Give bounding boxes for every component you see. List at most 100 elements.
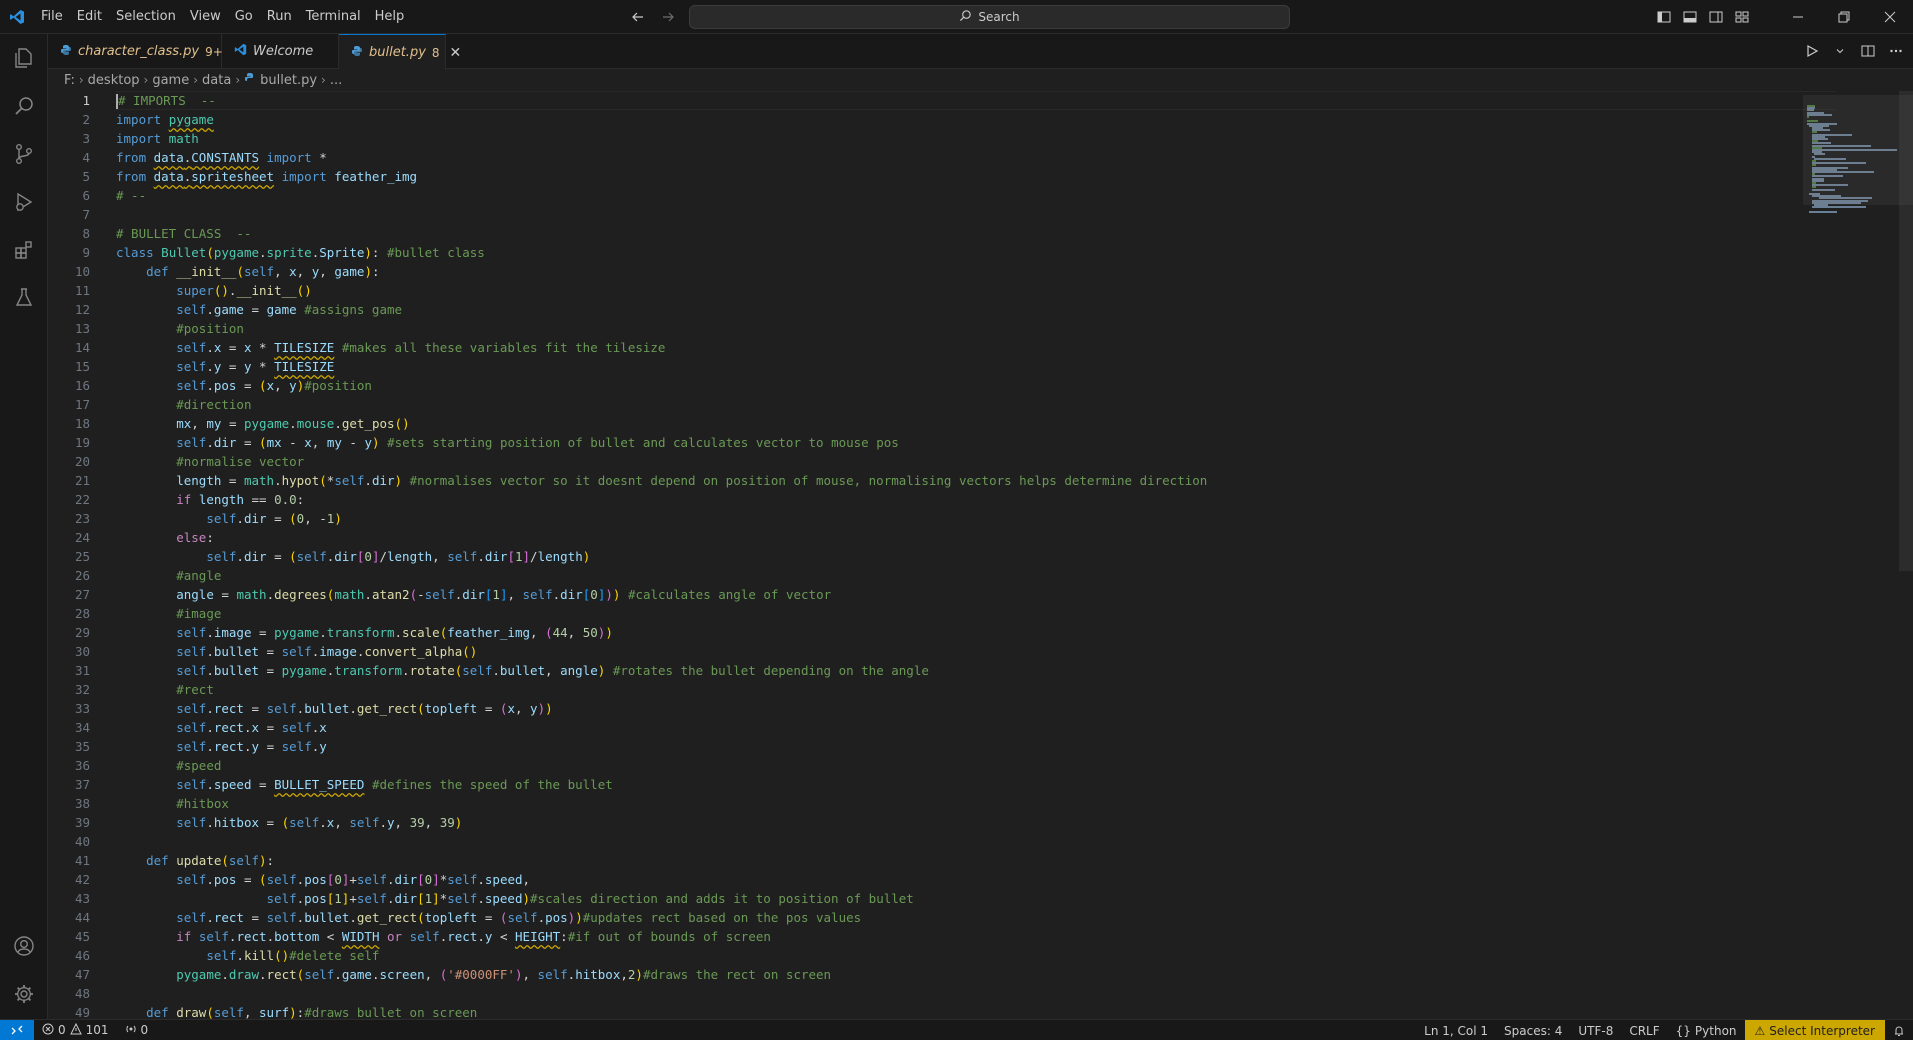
code-line[interactable] <box>116 205 1836 224</box>
code-line[interactable]: import pygame <box>116 110 1836 129</box>
code-line[interactable]: #angle <box>116 566 1836 585</box>
back-arrow-icon[interactable] <box>628 7 648 27</box>
code-line[interactable]: self.kill()#delete self <box>116 946 1836 965</box>
command-center-search[interactable]: Search <box>689 5 1290 29</box>
code-line[interactable]: def __init__(self, x, y, game): <box>116 262 1836 281</box>
code-line[interactable]: from data.spritesheet import feather_img <box>116 167 1836 186</box>
end-of-line[interactable]: CRLF <box>1621 1020 1667 1040</box>
manage-gear-icon[interactable] <box>0 970 48 1018</box>
menu-help[interactable]: Help <box>368 5 412 29</box>
code-line[interactable]: else: <box>116 528 1836 547</box>
breadcrumb-drive[interactable]: F: <box>64 73 75 88</box>
code-line[interactable]: self.hitbox = (self.x, self.y, 39, 39) <box>116 813 1836 832</box>
code-line[interactable]: #direction <box>116 395 1836 414</box>
menu-view[interactable]: View <box>183 5 228 29</box>
menu-terminal[interactable]: Terminal <box>299 5 368 29</box>
problems-indicator[interactable]: 0 101 <box>34 1020 117 1040</box>
toggle-panel-icon[interactable] <box>1677 4 1703 30</box>
code-line[interactable]: class Bullet(pygame.sprite.Sprite): #bul… <box>116 243 1836 262</box>
code-line[interactable]: #speed <box>116 756 1836 775</box>
code-line[interactable]: self.game = game #assigns game <box>116 300 1836 319</box>
select-interpreter-button[interactable]: ⚠ Select Interpreter <box>1744 1020 1885 1040</box>
close-tab-icon[interactable]: ✕ <box>450 45 462 61</box>
tab-bullet[interactable]: bullet.py 8 ✕ <box>339 34 461 70</box>
explorer-icon[interactable] <box>0 34 48 82</box>
code-line[interactable]: if self.rect.bottom < WIDTH or self.rect… <box>116 927 1836 946</box>
cursor-position[interactable]: Ln 1, Col 1 <box>1416 1020 1496 1040</box>
tab-character-class[interactable]: character_class.py 9+ <box>48 34 223 69</box>
code-line[interactable]: self.rect.y = self.y <box>116 737 1836 756</box>
breadcrumb-file[interactable]: bullet.py <box>260 73 317 88</box>
code-line[interactable]: def draw(self, surf):#draws bullet on sc… <box>116 1003 1836 1019</box>
code-line[interactable]: self.dir = (mx - x, my - y) #sets starti… <box>116 433 1836 452</box>
code-line[interactable]: self.pos = (self.pos[0]+self.dir[0]*self… <box>116 870 1836 889</box>
run-python-file-icon[interactable] <box>1801 40 1823 62</box>
menu-edit[interactable]: Edit <box>70 5 109 29</box>
code-line[interactable]: self.image = pygame.transform.scale(feat… <box>116 623 1836 642</box>
code-editor[interactable]: 1 2 3 4 5 6 7 8 9 10 11 12 13 14 15 16 17 18 19 20 21 22 23 24 2… <box>48 91 1913 1019</box>
code-line[interactable]: #rect <box>116 680 1836 699</box>
code-line[interactable]: self.dir = (0, -1) <box>116 509 1836 528</box>
code-content[interactable]: # IMPORTS -- import pygame import math from… <box>116 91 1836 1019</box>
search-icon[interactable] <box>0 82 48 130</box>
code-line[interactable]: #normalise vector <box>116 452 1836 471</box>
toggle-secondary-sidebar-icon[interactable] <box>1703 4 1729 30</box>
notifications-bell-icon[interactable] <box>1885 1020 1913 1040</box>
code-line[interactable]: angle = math.degrees(math.atan2(-self.di… <box>116 585 1836 604</box>
code-line[interactable]: self.rect = self.bullet.get_rect(topleft… <box>116 699 1836 718</box>
ports-indicator[interactable]: 0 <box>117 1020 157 1040</box>
menu-go[interactable]: Go <box>228 5 260 29</box>
code-line[interactable]: self.dir = (self.dir[0]/length, self.dir… <box>116 547 1836 566</box>
code-line[interactable] <box>116 984 1836 1003</box>
toggle-primary-sidebar-icon[interactable] <box>1651 4 1677 30</box>
code-line[interactable]: self.bullet = pygame.transform.rotate(se… <box>116 661 1836 680</box>
code-line[interactable]: #hitbox <box>116 794 1836 813</box>
vertical-scrollbar[interactable] <box>1899 91 1913 571</box>
forward-arrow-icon[interactable] <box>658 7 678 27</box>
encoding[interactable]: UTF-8 <box>1570 1020 1621 1040</box>
tab-welcome[interactable]: Welcome <box>222 34 339 69</box>
code-line[interactable]: self.rect.x = self.x <box>116 718 1836 737</box>
code-line[interactable]: import math <box>116 129 1836 148</box>
code-line[interactable]: # -- <box>116 186 1836 205</box>
code-line[interactable]: # BULLET CLASS -- <box>116 224 1836 243</box>
code-line[interactable]: from data.CONSTANTS import * <box>116 148 1836 167</box>
code-line[interactable]: self.speed = BULLET_SPEED #defines the s… <box>116 775 1836 794</box>
code-line[interactable]: mx, my = pygame.mouse.get_pos() <box>116 414 1836 433</box>
menu-selection[interactable]: Selection <box>109 5 183 29</box>
menu-file[interactable]: File <box>34 5 70 29</box>
code-line[interactable]: self.y = y * TILESIZE <box>116 357 1836 376</box>
split-editor-icon[interactable] <box>1857 40 1879 62</box>
code-line[interactable]: def update(self): <box>116 851 1836 870</box>
code-line[interactable]: self.pos[1]+self.dir[1]*self.speed)#scal… <box>116 889 1836 908</box>
source-control-icon[interactable] <box>0 130 48 178</box>
close-window-icon[interactable] <box>1867 0 1913 34</box>
code-line[interactable] <box>116 832 1836 851</box>
minimap[interactable] <box>1803 91 1913 1019</box>
run-dropdown-chevron-icon[interactable] <box>1829 40 1851 62</box>
code-line[interactable]: self.x = x * TILESIZE #makes all these v… <box>116 338 1836 357</box>
minimize-icon[interactable] <box>1775 0 1821 34</box>
minimap-viewport[interactable] <box>1803 95 1913 205</box>
customize-layout-icon[interactable] <box>1729 4 1755 30</box>
restore-icon[interactable] <box>1821 0 1867 34</box>
more-actions-icon[interactable] <box>1885 40 1907 62</box>
code-line[interactable]: pygame.draw.rect(self.game.screen, ('#00… <box>116 965 1836 984</box>
testing-icon[interactable] <box>0 274 48 322</box>
run-debug-icon[interactable] <box>0 178 48 226</box>
breadcrumb-game[interactable]: game <box>152 73 189 88</box>
breadcrumb-desktop[interactable]: desktop <box>88 73 140 88</box>
code-line[interactable]: #position <box>116 319 1836 338</box>
remote-indicator-icon[interactable] <box>0 1019 34 1040</box>
code-line[interactable]: self.bullet = self.image.convert_alpha() <box>116 642 1836 661</box>
code-line[interactable]: super().__init__() <box>116 281 1836 300</box>
extensions-icon[interactable] <box>0 226 48 274</box>
code-line[interactable]: #image <box>116 604 1836 623</box>
code-line[interactable]: length = math.hypot(*self.dir) #normalis… <box>116 471 1836 490</box>
indentation[interactable]: Spaces: 4 <box>1496 1020 1570 1040</box>
code-line[interactable]: self.pos = (x, y)#position <box>116 376 1836 395</box>
breadcrumb-data[interactable]: data <box>202 73 231 88</box>
account-icon[interactable] <box>0 922 48 970</box>
code-line[interactable]: self.rect = self.bullet.get_rect(topleft… <box>116 908 1836 927</box>
language-mode[interactable]: {} Python <box>1668 1020 1745 1040</box>
